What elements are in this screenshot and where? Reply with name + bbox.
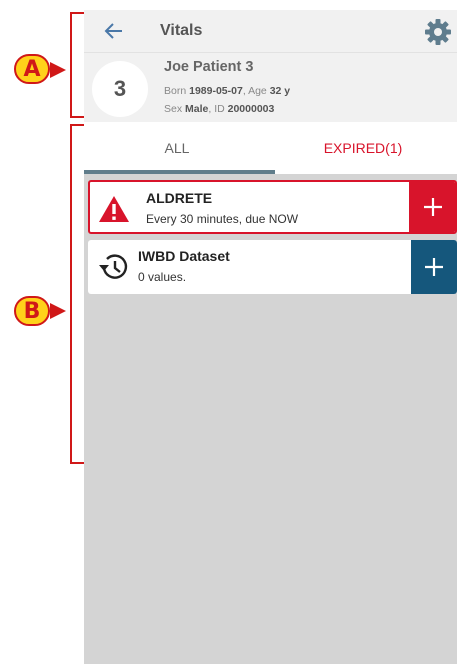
age-value: 32 y bbox=[269, 85, 291, 97]
id-value: 20000003 bbox=[227, 103, 275, 115]
add-button[interactable] bbox=[409, 182, 455, 232]
warning-icon bbox=[99, 196, 129, 222]
list-item-iwbd-dataset[interactable]: IWBD Dataset 0 values. bbox=[88, 240, 457, 294]
sex-value: Male bbox=[185, 103, 209, 115]
age-label: Age bbox=[248, 85, 267, 97]
arrow-left-icon[interactable] bbox=[102, 20, 126, 42]
sex-label: Sex bbox=[164, 103, 183, 115]
top-bar: Vitals bbox=[84, 10, 457, 52]
callout-badge-b: B bbox=[14, 296, 50, 326]
card-subtitle: 0 values. bbox=[138, 270, 187, 284]
plus-icon bbox=[424, 198, 442, 216]
app-screen: Vitals 3 Joe Patient 3 Born 1989-05-07, … bbox=[84, 10, 457, 664]
card-title: ALDRETE bbox=[146, 190, 213, 206]
tab-all[interactable]: ALL bbox=[84, 122, 270, 174]
card-subtitle: Every 30 minutes, due NOW bbox=[146, 212, 299, 226]
callout-pointer-a bbox=[50, 62, 66, 78]
card-title: IWBD Dataset bbox=[138, 248, 230, 264]
callout-pointer-b bbox=[50, 303, 66, 319]
gear-icon[interactable] bbox=[424, 18, 452, 46]
patient-birth-line: Born 1989-05-07, Age 32 y bbox=[164, 85, 291, 97]
add-button[interactable] bbox=[411, 240, 457, 294]
active-tab-indicator bbox=[84, 170, 275, 174]
callout-badge-a: A bbox=[14, 54, 50, 84]
history-icon bbox=[99, 254, 128, 279]
born-value: 1989-05-07 bbox=[189, 85, 243, 97]
patient-header[interactable]: 3 Joe Patient 3 Born 1989-05-07, Age 32 … bbox=[84, 52, 457, 122]
page-title: Vitals bbox=[160, 22, 203, 39]
patient-id-line: Sex Male, ID 20000003 bbox=[164, 103, 275, 115]
callout-bracket-a bbox=[70, 12, 84, 118]
plus-icon bbox=[425, 258, 443, 276]
tab-bar: ALL EXPIRED(1) bbox=[84, 122, 457, 174]
list-item-aldrete[interactable]: ALDRETE Every 30 minutes, due NOW bbox=[88, 180, 457, 234]
tab-expired[interactable]: EXPIRED(1) bbox=[270, 122, 456, 174]
callout-bracket-b bbox=[70, 124, 84, 464]
born-label: Born bbox=[164, 85, 187, 97]
bed-number: 3 bbox=[92, 61, 148, 117]
patient-name: Joe Patient 3 bbox=[164, 59, 254, 75]
id-label: ID bbox=[214, 103, 225, 115]
